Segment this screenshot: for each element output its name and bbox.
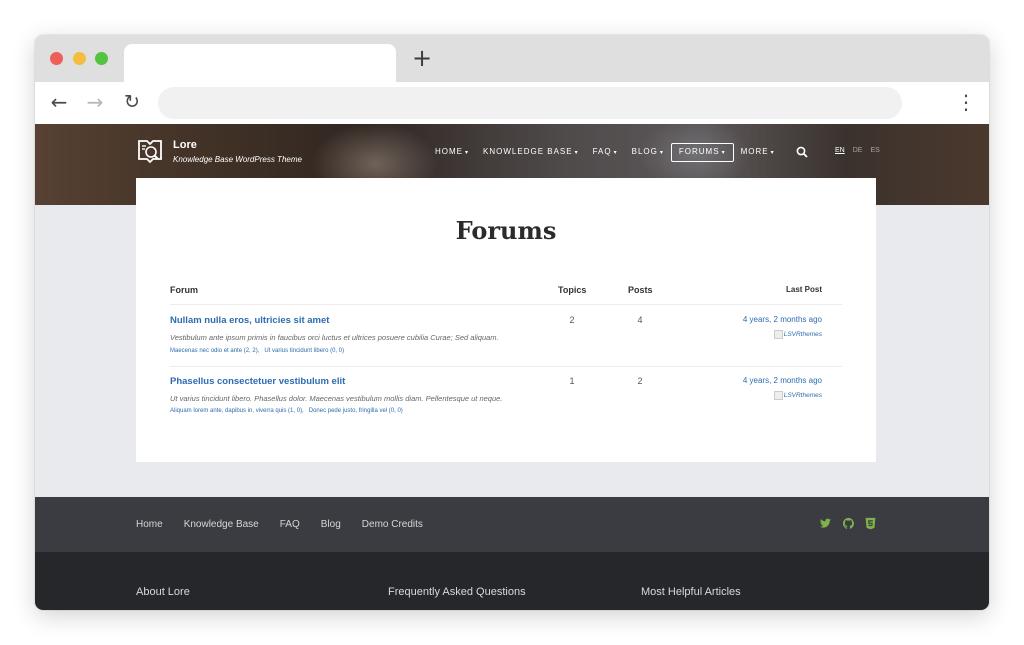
column-header-last-post: Last Post — [785, 285, 822, 294]
nav-faq-label: FAQ — [592, 146, 612, 156]
reload-button[interactable]: ↻ — [121, 91, 143, 113]
search-icon[interactable] — [796, 146, 808, 158]
post-count: 2 — [637, 376, 643, 386]
nav-more-label: MORE — [740, 146, 769, 156]
nav-faq[interactable]: FAQ ▾ — [586, 144, 625, 161]
chevron-down-icon: ▾ — [770, 149, 775, 156]
browser-menu-button[interactable]: ⋮ — [956, 91, 976, 113]
chevron-down-icon: ▾ — [574, 149, 579, 156]
avatar — [773, 391, 783, 400]
forum-description: Vestibulum ante ipsum primis in faucibus… — [170, 333, 499, 342]
subforum-link[interactable]: Maecenas nec odio et ante (2, 2), — [170, 348, 259, 354]
chevron-down-icon: ▾ — [659, 149, 664, 156]
nav-forums[interactable]: FORUMS ▾ — [670, 142, 734, 162]
close-window-button[interactable] — [50, 52, 63, 65]
author-name: LSVRthemes — [783, 392, 822, 400]
html5-icon[interactable] — [864, 517, 877, 530]
footer-nav-bar: Home Knowledge Base FAQ Blog Demo Credit… — [35, 497, 989, 552]
nav-more[interactable]: MORE ▾ — [734, 144, 782, 161]
forward-button[interactable]: → — [84, 91, 106, 113]
nav-knowledge-base[interactable]: KNOWLEDGE BASE ▾ — [476, 144, 586, 161]
nav-forums-label: FORUMS — [678, 146, 720, 156]
footer-link-knowledge-base[interactable]: Knowledge Base — [184, 519, 259, 530]
footer-heading-articles: Most Helpful Articles — [641, 586, 741, 598]
browser-window: + ← → ↻ ⋮ Lore Knowledge Base WordPress … — [35, 35, 989, 610]
active-tab[interactable] — [124, 44, 396, 82]
topic-count: 1 — [569, 376, 575, 386]
lore-logo-icon[interactable] — [136, 137, 164, 165]
language-de[interactable]: DE — [853, 147, 863, 154]
chevron-down-icon: ▾ — [613, 149, 618, 156]
page-viewport: Lore Knowledge Base WordPress Theme HOME… — [35, 124, 989, 610]
footer-link-home[interactable]: Home — [136, 519, 163, 530]
tab-bar: + — [35, 35, 989, 82]
subforum-list: Aliquam lorem ante, dapibus in, viverra … — [170, 408, 408, 414]
forum-title-link[interactable]: Phasellus consectetuer vestibulum elit — [170, 376, 345, 387]
new-tab-button[interactable]: + — [412, 46, 432, 70]
row-divider — [170, 366, 842, 367]
column-header-posts: Posts — [628, 285, 653, 295]
avatar — [773, 330, 783, 339]
chevron-down-icon: ▾ — [465, 149, 470, 156]
footer-widgets: About Lore Frequently Asked Questions Mo… — [35, 552, 989, 610]
subforum-list: Maecenas nec odio et ante (2, 2), Ut vari… — [170, 348, 349, 354]
forum-description: Ut varius tincidunt libero. Phasellus do… — [170, 394, 503, 403]
column-header-topics: Topics — [558, 285, 587, 295]
page-title: Forums — [455, 216, 557, 245]
footer-nav: Home Knowledge Base FAQ Blog Demo Credit… — [136, 519, 444, 530]
column-header-forum: Forum — [170, 285, 198, 295]
subforum-link[interactable]: Ut varius tincidunt libero (0, 0) — [264, 348, 344, 354]
forums-card: Forums Forum Topics Posts Last Post Null… — [136, 178, 876, 462]
maximize-window-button[interactable] — [95, 52, 108, 65]
footer-link-demo-credits[interactable]: Demo Credits — [362, 519, 423, 530]
subforum-link[interactable]: Donec pede justo, fringilla vel (0, 0) — [309, 408, 403, 414]
footer-link-faq[interactable]: FAQ — [280, 519, 300, 530]
nav-home[interactable]: HOME ▾ — [428, 144, 476, 161]
nav-knowledge-base-label: KNOWLEDGE BASE — [483, 146, 573, 156]
back-button[interactable]: ← — [48, 91, 70, 113]
chevron-down-icon: ▾ — [721, 149, 726, 156]
address-bar[interactable] — [158, 87, 902, 119]
site-tagline: Knowledge Base WordPress Theme — [173, 155, 302, 164]
language-switcher: EN DE ES — [835, 147, 880, 154]
last-post-author[interactable]: LSVRthemes — [696, 330, 822, 339]
nav-home-label: HOME — [435, 146, 463, 156]
twitter-icon[interactable] — [819, 517, 832, 530]
footer-heading-faq: Frequently Asked Questions — [388, 586, 526, 598]
post-count: 4 — [637, 315, 643, 325]
subforum-link[interactable]: Aliquam lorem ante, dapibus in, viverra … — [170, 408, 304, 414]
last-post-link[interactable]: 4 years, 2 months ago — [696, 376, 822, 385]
nav-blog[interactable]: BLOG ▾ — [625, 144, 671, 161]
last-post-author[interactable]: LSVRthemes — [696, 391, 822, 400]
site-name: Lore — [173, 139, 197, 151]
nav-blog-label: BLOG — [631, 146, 658, 156]
last-post-link[interactable]: 4 years, 2 months ago — [696, 315, 822, 324]
topic-count: 2 — [569, 315, 575, 325]
footer-heading-about: About Lore — [136, 586, 190, 598]
forum-title-link[interactable]: Nullam nulla eros, ultricies sit amet — [170, 315, 329, 326]
site-brand[interactable]: Lore Knowledge Base WordPress Theme — [173, 139, 302, 165]
language-en[interactable]: EN — [835, 147, 845, 154]
author-name: LSVRthemes — [783, 331, 822, 339]
language-es[interactable]: ES — [870, 147, 879, 154]
github-icon[interactable] — [842, 517, 855, 530]
minimize-window-button[interactable] — [73, 52, 86, 65]
main-nav: HOME ▾ KNOWLEDGE BASE ▾ FAQ ▾ BLOG ▾ FORUMS ▾… — [428, 142, 782, 162]
header-divider — [170, 304, 842, 305]
footer-link-blog[interactable]: Blog — [321, 519, 341, 530]
browser-toolbar: ← → ↻ ⋮ — [35, 82, 989, 124]
